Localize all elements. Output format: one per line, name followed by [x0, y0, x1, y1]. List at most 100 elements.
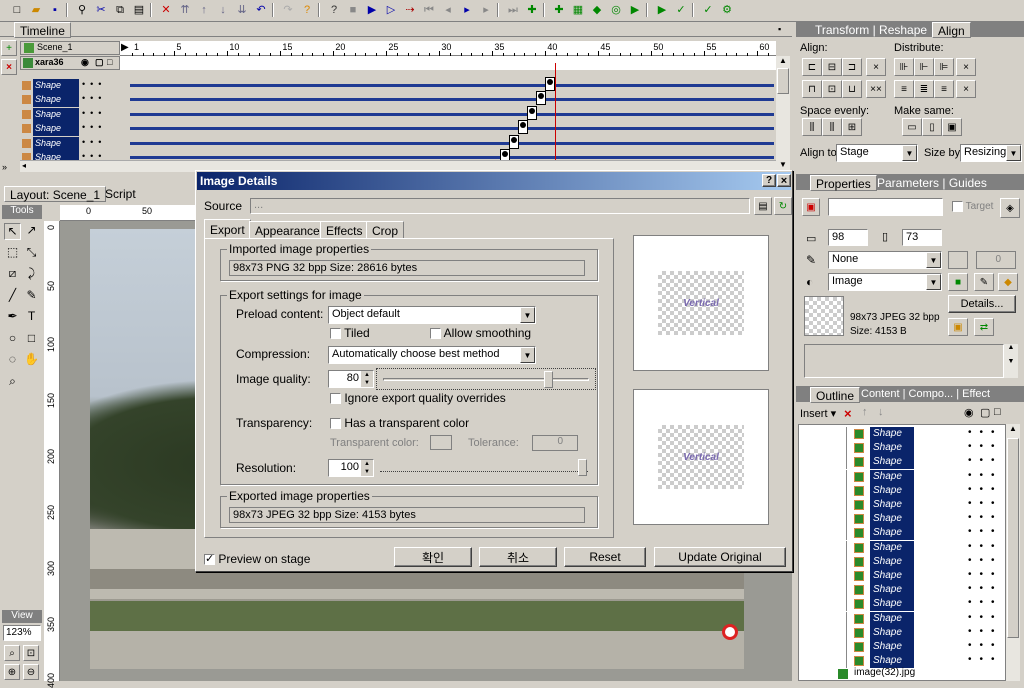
- width-input[interactable]: 98: [828, 229, 868, 246]
- tab-crop[interactable]: Crop: [366, 221, 405, 239]
- timeline-icon[interactable]: ▦: [569, 2, 587, 18]
- distribute-bottom-icon[interactable]: ≡: [934, 80, 954, 98]
- keyframe-icon[interactable]: [509, 134, 519, 149]
- ellipse-tool-icon[interactable]: ○: [4, 331, 21, 348]
- timeline-layer-row[interactable]: Shape •••: [20, 107, 120, 122]
- fill-select[interactable]: Image ▼: [828, 273, 942, 291]
- outline-item-flags[interactable]: •••: [968, 640, 1003, 651]
- stroke-select[interactable]: None ▼: [828, 251, 942, 269]
- outline-item[interactable]: Shape •••: [800, 498, 1008, 512]
- align-to-select[interactable]: Stage ▼: [836, 144, 918, 162]
- rectangle-tool-icon[interactable]: □: [23, 331, 40, 348]
- outline-item-flags[interactable]: •••: [968, 569, 1003, 580]
- playhead-icon[interactable]: ▶: [121, 42, 129, 53]
- move-forward-icon[interactable]: ↑: [195, 2, 213, 18]
- align-middle-icon[interactable]: ⊡: [822, 80, 842, 98]
- zoom-select[interactable]: 123%: [3, 625, 41, 641]
- layer-track[interactable]: [130, 127, 774, 131]
- space-horizontal-icon[interactable]: ⫼: [802, 118, 822, 136]
- keyframe-icon[interactable]: [536, 91, 546, 106]
- send-back-icon[interactable]: ⇊: [233, 2, 251, 18]
- quality-slider[interactable]: [376, 368, 596, 390]
- undo-icon[interactable]: ↶: [252, 2, 270, 18]
- ok-button[interactable]: 확인: [394, 547, 472, 567]
- outline-item[interactable]: Shape •••: [800, 625, 1008, 640]
- help-icon[interactable]: ?: [298, 2, 316, 18]
- tab-script[interactable]: Script: [100, 186, 141, 202]
- target-icon[interactable]: ◈: [1000, 198, 1020, 218]
- target-checkbox[interactable]: Target: [952, 201, 993, 212]
- fill-color-icon[interactable]: ■: [948, 273, 968, 291]
- outline-item[interactable]: Shape •••: [800, 583, 1008, 598]
- layer-track[interactable]: [130, 156, 774, 159]
- outline-item-flags[interactable]: •••: [968, 484, 1003, 495]
- compression-select[interactable]: Automatically choose best method ▼: [328, 346, 536, 364]
- context-help-icon[interactable]: ?: [325, 2, 343, 18]
- timeline-layer-row[interactable]: Shape •••: [20, 122, 120, 137]
- new-icon[interactable]: □: [8, 2, 26, 18]
- align-center-icon[interactable]: ⊟: [822, 58, 842, 76]
- outline-item[interactable]: Shape •••: [800, 441, 1008, 456]
- tab-layout[interactable]: Layout: Scene_1: [4, 186, 107, 202]
- layer-track[interactable]: [130, 98, 774, 102]
- tab-export[interactable]: Export: [204, 219, 251, 239]
- properties-notes[interactable]: [804, 344, 1004, 378]
- edit-image-icon[interactable]: ✎: [974, 273, 994, 291]
- object-name-input[interactable]: [828, 198, 943, 216]
- outline-item[interactable]: Shape •••: [800, 597, 1008, 612]
- transform-tool-icon[interactable]: ⤡: [23, 245, 40, 262]
- timeline-close-icon[interactable]: ▪: [778, 24, 781, 34]
- timeline-layer-row[interactable]: Shape •••: [20, 79, 120, 93]
- resolution-slider-thumb[interactable]: [578, 459, 587, 476]
- dialog-close-button[interactable]: ×: [777, 174, 791, 187]
- move-up-icon[interactable]: ↑: [862, 406, 868, 418]
- next-frame-icon[interactable]: ▸: [477, 2, 495, 18]
- outline-item-flags[interactable]: •••: [968, 455, 1003, 466]
- pencil-tool-icon[interactable]: ✎: [23, 288, 40, 305]
- play-frame-icon[interactable]: ▸: [458, 2, 476, 18]
- cancel-button[interactable]: 취소: [479, 547, 557, 567]
- outline-item-flags[interactable]: •••: [968, 555, 1003, 566]
- lock-icon[interactable]: ▢: [95, 57, 104, 68]
- move-back-icon[interactable]: ↓: [214, 2, 232, 18]
- tween-icon[interactable]: ⇢: [401, 2, 419, 18]
- keyframe-icon[interactable]: [518, 120, 528, 135]
- timeline-expand-icon[interactable]: »: [2, 162, 7, 172]
- layer-track[interactable]: [130, 141, 774, 145]
- add-layer-icon[interactable]: ✚: [523, 2, 541, 18]
- same-height-icon[interactable]: ▯: [922, 118, 942, 136]
- visibility-icon[interactable]: ◉: [81, 57, 89, 68]
- reset-button[interactable]: Reset: [564, 547, 646, 567]
- tab-properties[interactable]: Properties: [810, 175, 877, 191]
- scene-row[interactable]: Scene_1: [20, 41, 120, 55]
- outline-item[interactable]: Shape •••: [800, 427, 1008, 441]
- details-button[interactable]: Details...: [948, 295, 1016, 313]
- outline-item-flags[interactable]: •••: [968, 526, 1003, 537]
- timeline-vscroll[interactable]: ▲ ▼: [776, 56, 790, 172]
- layer-track[interactable]: [130, 112, 774, 116]
- speech-tool-icon[interactable]: ◌: [4, 352, 21, 369]
- crop-tool-icon[interactable]: ⧄: [4, 266, 21, 283]
- outline-item[interactable]: Shape •••: [800, 526, 1008, 541]
- outline-item-flags[interactable]: •••: [968, 612, 1003, 623]
- source-browse-icon[interactable]: ▤: [754, 197, 772, 215]
- distribute-clear-icon[interactable]: ×: [956, 58, 976, 76]
- stop-icon[interactable]: ■: [344, 2, 362, 18]
- outline-item[interactable]: Shape •••: [800, 640, 1008, 654]
- zoom-in-icon[interactable]: ⊕: [4, 664, 20, 680]
- tab-parameters[interactable]: Parameters | Guides: [872, 175, 992, 191]
- outline-image-item[interactable]: image(32).jpg: [800, 667, 1008, 681]
- align-left-icon[interactable]: ⊏: [802, 58, 822, 76]
- paste-icon[interactable]: ▤: [130, 2, 148, 18]
- quality-slider-thumb[interactable]: [543, 371, 553, 388]
- height-input[interactable]: 73: [902, 229, 942, 246]
- bring-front-icon[interactable]: ⇈: [176, 2, 194, 18]
- timeline-layer-row[interactable]: Shape •••: [20, 136, 120, 151]
- tab-outline[interactable]: Outline: [810, 387, 861, 403]
- copy-icon[interactable]: ⧉: [111, 2, 129, 18]
- onion-icon[interactable]: ◎: [607, 2, 625, 18]
- add-frame-icon[interactable]: ✚: [550, 2, 568, 18]
- outline-item[interactable]: Shape •••: [800, 611, 1008, 626]
- preview-icon[interactable]: ▷: [382, 2, 400, 18]
- outline-item-flags[interactable]: •••: [968, 470, 1003, 481]
